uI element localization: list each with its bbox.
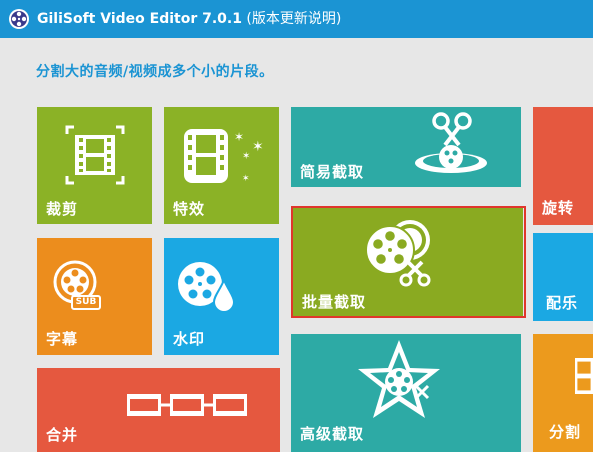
crop-tile[interactable]: 裁剪 <box>37 107 152 224</box>
effects-label: 特效 <box>173 200 206 218</box>
svg-text:✶: ✶ <box>242 174 250 184</box>
effects-film-sparkle-icon: ✶ ✶ ✶ ✶ <box>184 129 264 184</box>
app-logo-icon <box>9 9 29 29</box>
simple-cut-label: 简易截取 <box>300 163 365 181</box>
watermark-tile[interactable]: 水印 <box>164 238 279 355</box>
crop-label: 裁剪 <box>46 200 79 218</box>
music-label: 配乐 <box>546 294 579 312</box>
star-reel-icon <box>358 340 440 418</box>
simple-cut-tile[interactable]: 简易截取 <box>291 107 521 187</box>
batch-cut-tile[interactable]: 批量截取 <box>293 208 523 316</box>
effects-tile[interactable]: ✶ ✶ ✶ ✶ 特效 <box>164 107 279 224</box>
svg-text:✶: ✶ <box>234 130 244 144</box>
feature-description: 分割大的音频/视频成多个小的片段。 <box>36 64 274 80</box>
rotate-tile[interactable]: 旋转 <box>533 107 593 225</box>
crop-film-icon <box>65 125 125 185</box>
merge-label: 合并 <box>46 426 79 444</box>
title-bar: GiliSoft Video Editor 7.0.1 (版本更新说明) <box>0 0 593 38</box>
advanced-cut-tile[interactable]: 高级截取 <box>291 334 521 452</box>
reel-drop-icon <box>178 262 236 313</box>
window-title: GiliSoft Video Editor 7.0.1 (版本更新说明) <box>37 9 341 29</box>
subtitle-label: 字幕 <box>46 330 79 348</box>
rotate-label: 旋转 <box>542 199 575 217</box>
app-name: GiliSoft Video Editor 7.0.1 <box>37 11 242 27</box>
split-tile[interactable]: 分割 <box>533 334 593 452</box>
sub-badge: SUB <box>71 295 101 310</box>
subtitle-tile[interactable]: SUB 字幕 <box>37 238 152 355</box>
advanced-cut-label: 高级截取 <box>300 425 365 443</box>
film-chain-icon <box>127 394 247 416</box>
batch-cut-label: 批量截取 <box>302 293 367 311</box>
split-label: 分割 <box>549 423 582 441</box>
scissors-reel-icon <box>415 112 487 173</box>
music-tile[interactable]: 配乐 <box>533 233 593 321</box>
release-notes-link[interactable]: (版本更新说明) <box>242 11 341 27</box>
reels-scissors-icon <box>365 220 431 287</box>
svg-text:✶: ✶ <box>252 139 264 155</box>
watermark-label: 水印 <box>173 330 206 348</box>
merge-tile[interactable]: 合并 <box>37 368 280 452</box>
split-film-icon <box>575 358 593 394</box>
svg-text:✶: ✶ <box>242 151 250 162</box>
